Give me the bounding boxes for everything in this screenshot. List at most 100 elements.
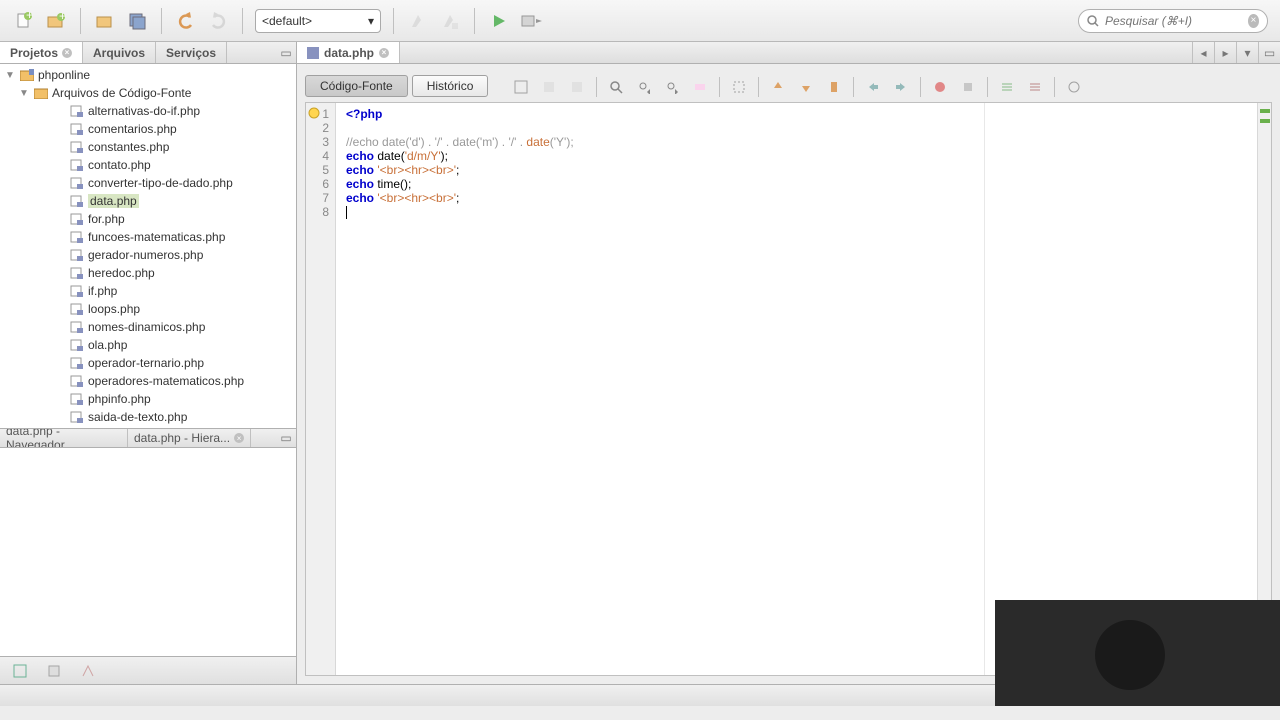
new-project-icon[interactable]: + xyxy=(44,9,68,33)
history-view-button[interactable]: Histórico xyxy=(412,75,489,97)
folder-label: Arquivos de Código-Fonte xyxy=(52,86,191,100)
tree-file[interactable]: if.php xyxy=(0,282,296,300)
editor-tab-label: data.php xyxy=(324,46,374,60)
tab-projetos[interactable]: Projetos× xyxy=(0,42,83,63)
line-gutter: 12345678 xyxy=(306,103,336,675)
select-icon[interactable] xyxy=(728,76,750,98)
clean-build-icon[interactable] xyxy=(438,9,462,33)
php-file-icon xyxy=(69,176,85,190)
bottom-toolbar xyxy=(0,656,296,684)
file-label: phpinfo.php xyxy=(88,392,151,406)
run-config-select[interactable]: <default> ▾ xyxy=(255,9,381,33)
close-tab-icon[interactable]: × xyxy=(379,48,389,58)
source-view-button[interactable]: Código-Fonte xyxy=(305,75,408,97)
file-label: data.php xyxy=(88,194,139,208)
php-file-icon xyxy=(69,356,85,370)
php-file-icon xyxy=(69,374,85,388)
tree-file[interactable]: comentarios.php xyxy=(0,120,296,138)
php-file-icon xyxy=(69,392,85,406)
toggle-bookmark-icon[interactable] xyxy=(823,76,845,98)
find-prev-icon[interactable] xyxy=(633,76,655,98)
tree-file[interactable]: operadores-matematicos.php xyxy=(0,372,296,390)
minimize-panel-icon[interactable]: ▭ xyxy=(276,429,296,447)
next-tab-icon[interactable]: ▸ xyxy=(1214,42,1236,63)
tree-file[interactable]: heredoc.php xyxy=(0,264,296,282)
tree-file[interactable]: constantes.php xyxy=(0,138,296,156)
run-icon[interactable] xyxy=(487,9,511,33)
search-input[interactable] xyxy=(1105,14,1242,28)
php-file-icon xyxy=(69,284,85,298)
tree-file[interactable]: saida-de-texto.php xyxy=(0,408,296,426)
maximize-icon[interactable]: ▭ xyxy=(1258,42,1280,63)
file-label: alternativas-do-if.php xyxy=(88,104,200,118)
tool-icon[interactable] xyxy=(8,659,32,683)
collapse-icon[interactable]: ▼ xyxy=(18,88,30,99)
next-bookmark-icon[interactable] xyxy=(795,76,817,98)
editor-area: data.php × ◂ ▸ ▾ ▭ Código-Fonte Históric… xyxy=(297,42,1280,684)
tree-file[interactable]: nomes-dinamicos.php xyxy=(0,318,296,336)
tool-icon[interactable] xyxy=(538,76,560,98)
find-next-icon[interactable] xyxy=(661,76,683,98)
comment-icon[interactable] xyxy=(996,76,1018,98)
find-icon[interactable] xyxy=(605,76,627,98)
tree-file[interactable]: phpinfo.php xyxy=(0,390,296,408)
editor-tab-data-php[interactable]: data.php × xyxy=(297,42,400,63)
tool-icon[interactable] xyxy=(1063,76,1085,98)
undo-icon[interactable] xyxy=(174,9,198,33)
tab-list-icon[interactable]: ▾ xyxy=(1236,42,1258,63)
tree-file[interactable]: loops.php xyxy=(0,300,296,318)
close-icon[interactable]: × xyxy=(234,433,244,443)
highlight-icon[interactable] xyxy=(689,76,711,98)
svg-text:+: + xyxy=(26,11,33,22)
error-stripe[interactable] xyxy=(1257,103,1271,675)
tree-file[interactable]: converter-tipo-de-dado.php xyxy=(0,174,296,192)
debug-icon[interactable] xyxy=(519,9,543,33)
file-label: gerador-numeros.php xyxy=(88,248,203,262)
tree-file[interactable]: operador-ternario.php xyxy=(0,354,296,372)
tool-icon[interactable] xyxy=(566,76,588,98)
editor-tabstrip: data.php × ◂ ▸ ▾ ▭ xyxy=(297,42,1280,64)
uncomment-icon[interactable] xyxy=(1024,76,1046,98)
new-file-icon[interactable]: + xyxy=(12,9,36,33)
tree-source-folder[interactable]: ▼ Arquivos de Código-Fonte xyxy=(0,84,296,102)
redo-icon[interactable] xyxy=(206,9,230,33)
tree-file[interactable]: alternativas-do-if.php xyxy=(0,102,296,120)
tree-file[interactable]: ola.php xyxy=(0,336,296,354)
php-file-icon xyxy=(69,248,85,262)
tab-arquivos[interactable]: Arquivos xyxy=(83,42,156,63)
project-tree[interactable]: ▼ phponline ▼ Arquivos de Código-Fonte a… xyxy=(0,64,296,428)
open-icon[interactable] xyxy=(93,9,117,33)
code-content[interactable]: <?php //echo date('d') . '/' . date('m')… xyxy=(336,103,1257,675)
shift-right-icon[interactable] xyxy=(890,76,912,98)
file-label: if.php xyxy=(88,284,117,298)
tree-file[interactable]: for.php xyxy=(0,210,296,228)
minimize-panel-icon[interactable]: ▭ xyxy=(276,42,296,63)
close-icon[interactable]: × xyxy=(62,48,72,58)
tree-file[interactable]: funcoes-matematicas.php xyxy=(0,228,296,246)
prev-tab-icon[interactable]: ◂ xyxy=(1192,42,1214,63)
tree-file[interactable]: contato.php xyxy=(0,156,296,174)
tree-file[interactable]: data.php xyxy=(0,192,296,210)
prev-bookmark-icon[interactable] xyxy=(767,76,789,98)
project-icon xyxy=(19,68,35,82)
macro-record-icon[interactable] xyxy=(929,76,951,98)
tool-icon[interactable] xyxy=(76,659,100,683)
hint-bulb-icon[interactable] xyxy=(308,107,320,119)
php-file-icon xyxy=(69,230,85,244)
clear-search-icon[interactable]: × xyxy=(1248,14,1259,28)
tool-icon[interactable] xyxy=(510,76,532,98)
code-editor[interactable]: 12345678 <?php //echo date('d') . '/' . … xyxy=(305,102,1272,676)
tool-icon[interactable] xyxy=(42,659,66,683)
tree-file[interactable]: gerador-numeros.php xyxy=(0,246,296,264)
collapse-icon[interactable]: ▼ xyxy=(4,70,16,81)
tab-hierarquia[interactable]: data.php - Hiera...× xyxy=(128,429,251,447)
file-label: nomes-dinamicos.php xyxy=(88,320,205,334)
tab-navegador[interactable]: data.php - Navegador xyxy=(0,429,128,447)
tree-project-node[interactable]: ▼ phponline xyxy=(0,66,296,84)
search-box[interactable]: × xyxy=(1078,9,1268,33)
macro-stop-icon[interactable] xyxy=(957,76,979,98)
shift-left-icon[interactable] xyxy=(862,76,884,98)
build-icon[interactable] xyxy=(406,9,430,33)
save-all-icon[interactable] xyxy=(125,9,149,33)
tab-servicos[interactable]: Serviços xyxy=(156,42,227,63)
